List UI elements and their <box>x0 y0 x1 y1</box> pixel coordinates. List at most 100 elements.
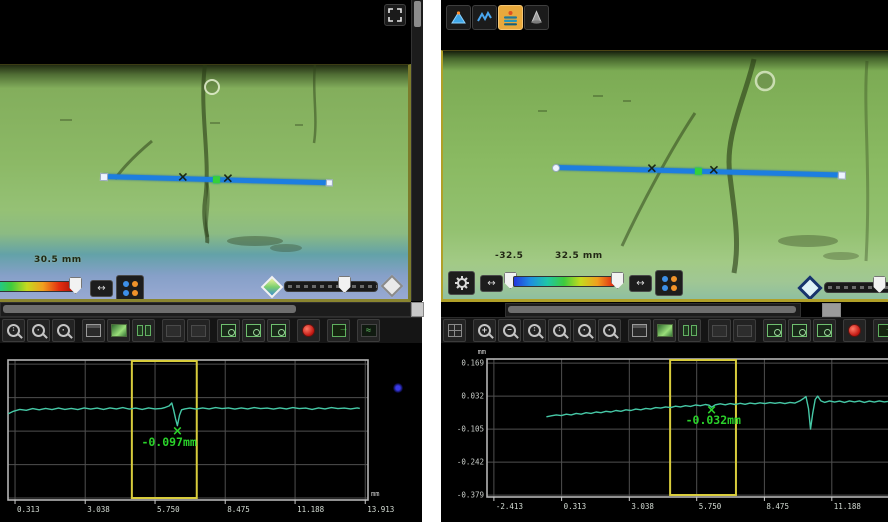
profile-mode-button[interactable] <box>472 5 497 30</box>
svg-text:3.038: 3.038 <box>631 502 654 511</box>
opacity-slider-track[interactable] <box>284 281 378 292</box>
line-endpoint-left[interactable] <box>552 164 560 172</box>
zoom-arrows-button[interactable] <box>2 319 25 342</box>
zoom-dot-button[interactable] <box>27 319 50 342</box>
settings-gear-button[interactable] <box>448 271 475 295</box>
image-view-icon <box>111 324 127 337</box>
height-map-mode-button[interactable] <box>446 5 471 30</box>
region-zoom-button-3[interactable] <box>813 319 836 342</box>
export-image-icon <box>332 324 346 337</box>
zoom-out-button[interactable] <box>498 319 521 342</box>
record-button[interactable] <box>843 319 866 342</box>
window-layout-button[interactable] <box>628 319 651 342</box>
line-center-marker[interactable] <box>213 176 220 183</box>
color-scale-bar[interactable] <box>513 276 615 287</box>
record-icon <box>302 324 315 337</box>
x-marker-2[interactable]: × <box>222 171 234 185</box>
layer-contour-icon <box>502 9 519 26</box>
image-view-button[interactable] <box>107 319 130 342</box>
expand-arrows-icon <box>388 8 402 22</box>
region-zoom-3-icon <box>817 324 832 337</box>
window-layout-icon <box>632 324 647 337</box>
region-zoom-2-icon <box>246 324 261 337</box>
right-image-viewport[interactable]: × × -32.5 32.5 mm ↔ <box>441 50 888 302</box>
zoom-dot2-button[interactable] <box>52 319 75 342</box>
image-view-button[interactable] <box>653 319 676 342</box>
line-center-marker[interactable] <box>695 168 702 175</box>
svg-text:8.475: 8.475 <box>766 502 789 511</box>
region-zoom-button-2[interactable] <box>242 319 265 342</box>
scale-max-label: 32.5 mm <box>555 251 603 261</box>
zoom-dot2-button[interactable] <box>598 319 621 342</box>
svg-text:11.188: 11.188 <box>297 505 325 514</box>
region-zoom-button-3[interactable] <box>267 319 290 342</box>
export-image-icon <box>878 324 888 337</box>
left-horizontal-scrollbar[interactable] <box>0 302 411 317</box>
zoom-in-button[interactable] <box>473 319 496 342</box>
left-profile-chart: ×-0.097mm0.3133.0385.7508.47511.18813.91… <box>0 344 422 522</box>
x-marker-2[interactable]: × <box>708 163 720 177</box>
color-scale-bar[interactable] <box>0 281 76 292</box>
profile-window-button[interactable]: ≈ <box>357 319 380 342</box>
split-view-button[interactable] <box>678 319 701 342</box>
right-profile-plot[interactable]: ×-0.032mm-2.4130.3133.0385.7508.47511.18… <box>441 344 888 522</box>
palette-dots-icon <box>662 276 677 291</box>
palette-dots-button[interactable] <box>655 270 683 296</box>
export-image-button[interactable] <box>873 319 888 342</box>
x-marker-1[interactable]: × <box>646 161 658 175</box>
layout-grid-button[interactable] <box>443 319 466 342</box>
left-profile-plot[interactable]: ×-0.097mm0.3133.0385.7508.47511.18813.91… <box>0 344 422 522</box>
left-horizontal-scroll-thumb[interactable] <box>3 305 296 313</box>
line-endpoint-left[interactable] <box>100 173 108 181</box>
disabled-button-2[interactable] <box>733 319 756 342</box>
disabled-button-2[interactable] <box>187 319 210 342</box>
surface-3d-mode-button[interactable] <box>524 5 549 30</box>
zoom-fit-button[interactable] <box>548 319 571 342</box>
region-zoom-button-2[interactable] <box>788 319 811 342</box>
right-profile-chart: ×-0.032mm-2.4130.3133.0385.7508.47511.18… <box>441 344 888 522</box>
x-marker-1[interactable]: × <box>177 170 189 184</box>
svg-text:3.038: 3.038 <box>87 505 110 514</box>
scroll-end-box[interactable] <box>822 303 841 317</box>
left-vertical-scroll-thumb[interactable] <box>414 1 421 27</box>
right-horizontal-scroll-thumb[interactable] <box>508 306 796 313</box>
export-image-button[interactable] <box>327 319 350 342</box>
stray-blue-dot <box>393 383 403 393</box>
svg-text:8.475: 8.475 <box>227 505 250 514</box>
region-zoom-button-1[interactable] <box>217 319 240 342</box>
zoom-arrows-icon <box>528 324 541 337</box>
left-vertical-scrollbar[interactable] <box>411 0 423 301</box>
app-window: × × 30.5 mm ↔ ≈ × <box>0 0 888 522</box>
layout-grid-icon <box>448 324 462 337</box>
split-view-button[interactable] <box>132 319 155 342</box>
svg-text:-0.105: -0.105 <box>457 425 484 434</box>
svg-text:13.913: 13.913 <box>367 505 394 514</box>
palette-dots-icon <box>123 281 138 296</box>
svg-text:0.169: 0.169 <box>461 359 484 368</box>
region-zoom-button-1[interactable] <box>763 319 786 342</box>
line-endpoint-right[interactable] <box>838 171 846 179</box>
palette-dots-button[interactable] <box>116 275 144 301</box>
zoom-out-icon <box>503 324 516 337</box>
disabled-button-1[interactable] <box>708 319 731 342</box>
zoom-dot-button[interactable] <box>573 319 596 342</box>
layer-contour-mode-button[interactable] <box>498 5 523 30</box>
left-toolbar: ≈ <box>0 317 422 344</box>
window-layout-icon <box>86 324 101 337</box>
record-button[interactable] <box>297 319 320 342</box>
disabled-button-1[interactable] <box>162 319 185 342</box>
range-fit-button[interactable]: ↔ <box>90 280 113 297</box>
svg-text:5.750: 5.750 <box>157 505 180 514</box>
right-toolbar: ≈ <box>441 317 888 344</box>
zoom-arrows-button[interactable] <box>523 319 546 342</box>
window-layout-button[interactable] <box>82 319 105 342</box>
left-image-viewport[interactable]: × × 30.5 mm ↔ <box>0 64 411 302</box>
scroll-corner <box>411 302 424 317</box>
line-endpoint-right[interactable] <box>326 179 333 186</box>
range-fit-button[interactable]: ↔ <box>480 275 503 292</box>
zoom-dot2-icon <box>57 324 70 337</box>
zoom-dot2-icon <box>603 324 616 337</box>
range-fit-button-2[interactable]: ↔ <box>629 275 652 292</box>
expand-view-button[interactable] <box>384 4 406 26</box>
right-horizontal-scrollbar[interactable] <box>505 303 801 317</box>
